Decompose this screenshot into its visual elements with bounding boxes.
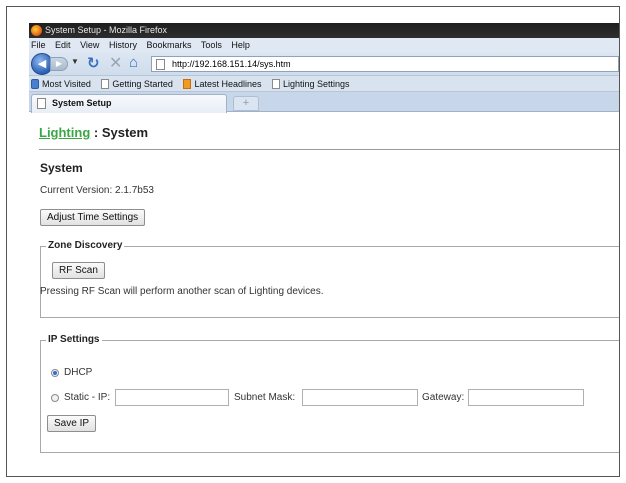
gateway-label: Gateway: <box>422 392 465 403</box>
page-icon <box>37 98 46 109</box>
rf-scan-note: Pressing RF Scan will perform another sc… <box>40 286 324 297</box>
static-ip-field[interactable] <box>115 389 229 406</box>
menu-edit[interactable]: Edit <box>55 40 71 50</box>
home-icon[interactable]: ⌂ <box>129 54 138 71</box>
save-ip-button[interactable]: Save IP <box>47 415 97 432</box>
ip-settings-group: IP Settings DHCP Static - IP: Subnet Mas… <box>40 334 619 453</box>
adjust-time-settings-button[interactable]: Adjust Time Settings <box>40 209 146 226</box>
bookmark-getting-started[interactable]: Getting Started <box>101 76 173 92</box>
history-dropdown-icon[interactable]: ▼ <box>71 57 79 66</box>
forward-arrow-icon[interactable]: ▶ <box>50 57 68 71</box>
reload-icon[interactable]: ↻ <box>87 54 100 72</box>
page-icon <box>156 59 165 70</box>
subnet-mask-field[interactable] <box>302 389 418 406</box>
window-title: System Setup - Mozilla Firefox <box>45 25 168 35</box>
menu-history[interactable]: History <box>109 40 137 50</box>
dhcp-label: DHCP <box>64 367 93 378</box>
static-ip-label: Static - IP: <box>64 392 111 403</box>
bookmark-folder-icon <box>31 79 39 89</box>
page-icon <box>101 79 110 89</box>
bookmark-most-visited[interactable]: Most Visited <box>31 76 91 92</box>
menu-bar: File Edit View History Bookmarks Tools H… <box>29 38 619 52</box>
rf-scan-button[interactable]: RF Scan <box>52 262 105 279</box>
bookmark-latest-headlines[interactable]: Latest Headlines <box>183 76 261 92</box>
tab-bar: System Setup + <box>29 92 619 113</box>
menu-tools[interactable]: Tools <box>201 40 222 50</box>
divider <box>39 149 619 150</box>
menu-view[interactable]: View <box>80 40 99 50</box>
menu-file[interactable]: File <box>31 40 46 50</box>
page-title: System <box>40 161 83 175</box>
bookmarks-bar: Most Visited Getting Started Latest Head… <box>29 76 619 92</box>
menu-bookmarks[interactable]: Bookmarks <box>146 40 191 50</box>
url-bar[interactable]: http://192.168.151.14/sys.htm <box>151 56 619 72</box>
ip-settings-legend: IP Settings <box>46 334 102 345</box>
breadcrumb-separator: : <box>90 125 102 140</box>
static-ip-radio[interactable] <box>51 394 59 402</box>
page-icon <box>272 79 280 89</box>
screenshot-frame: System Setup - Mozilla Firefox File Edit… <box>6 6 620 477</box>
firefox-icon <box>31 25 42 36</box>
url-text: http://192.168.151.14/sys.htm <box>172 59 291 69</box>
title-bar: System Setup - Mozilla Firefox <box>29 23 619 38</box>
breadcrumb-current: System <box>101 125 149 140</box>
tab-system-setup[interactable]: System Setup <box>31 94 227 113</box>
subnet-mask-label: Subnet Mask: <box>234 392 296 403</box>
browser-window: System Setup - Mozilla Firefox File Edit… <box>29 23 619 476</box>
new-tab-button[interactable]: + <box>233 96 259 111</box>
gateway-field[interactable] <box>468 389 584 406</box>
zone-discovery-group: Zone Discovery RF Scan Pressing RF Scan … <box>40 240 619 318</box>
bookmark-lighting-settings[interactable]: Lighting Settings <box>272 76 350 92</box>
rss-icon <box>183 79 192 89</box>
breadcrumb-lighting-link[interactable]: Lighting <box>39 125 90 140</box>
current-version: Current Version: 2.1.7b53 <box>40 185 154 196</box>
stop-icon[interactable]: ✕ <box>109 53 122 73</box>
navigation-bar: ◀ ▶ ▼ ↻ ✕ ⌂ http://192.168.151.14/sys.ht… <box>29 52 619 76</box>
dhcp-radio[interactable] <box>51 369 59 377</box>
breadcrumb: Lighting : System <box>39 125 148 140</box>
zone-discovery-legend: Zone Discovery <box>46 240 125 251</box>
menu-help[interactable]: Help <box>231 40 250 50</box>
